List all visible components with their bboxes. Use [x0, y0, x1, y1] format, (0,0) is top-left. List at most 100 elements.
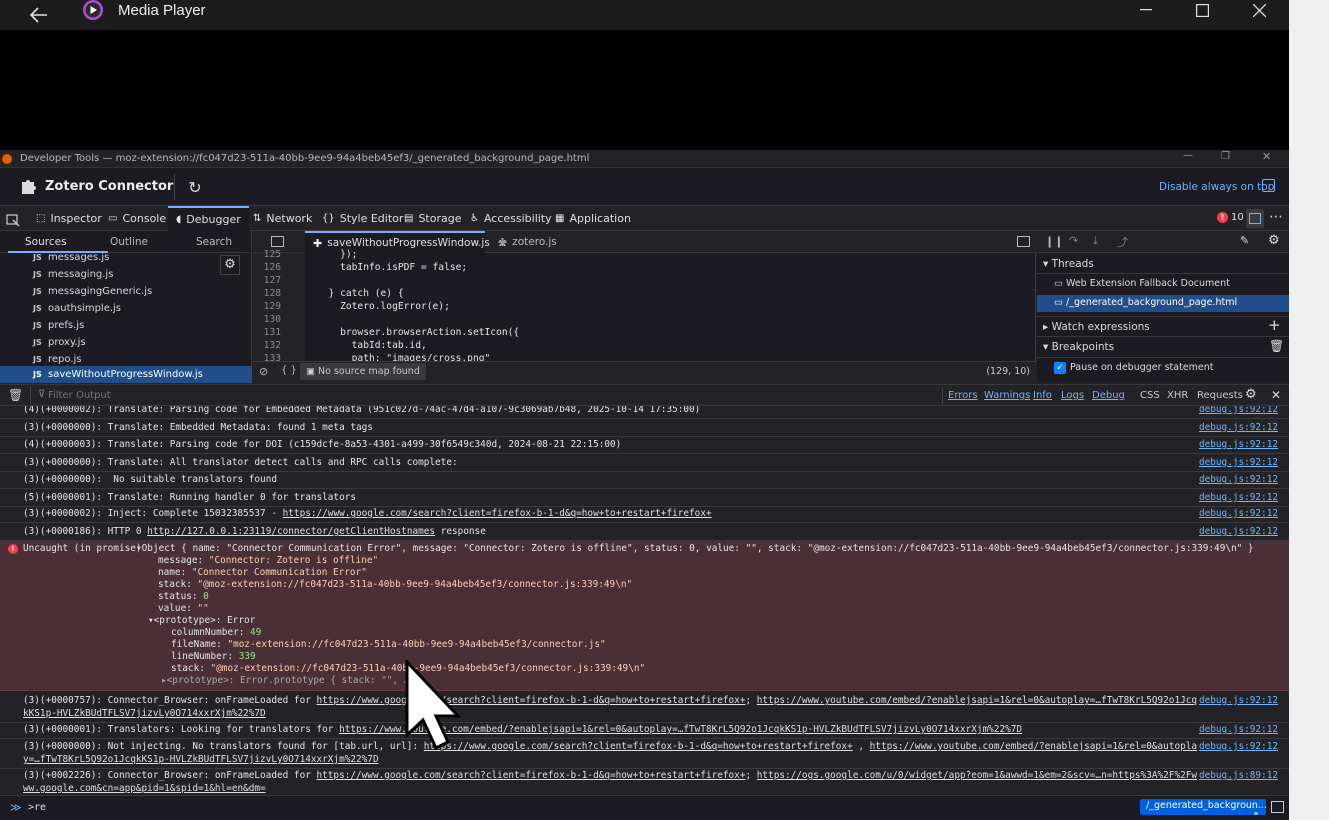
threads-header[interactable]: ▾ Threads: [1037, 253, 1289, 274]
source-location-link[interactable]: debug.js:92:12: [1199, 473, 1278, 486]
tab-application[interactable]: ▦ Application: [547, 206, 639, 231]
error-summary[interactable]: ▾Object { name: "Connector Communication…: [136, 543, 1276, 555]
tab-console[interactable]: ▭ Console: [100, 206, 174, 231]
thread-item-selected[interactable]: ▭ /_generated_background_page.html: [1037, 295, 1289, 312]
code-line[interactable]: 128 } catch (e) {: [253, 287, 404, 300]
code-line[interactable]: 129 Zotero.logError(e);: [253, 300, 450, 313]
trash-icon[interactable]: 🗑: [1269, 339, 1284, 353]
close-split-console-icon[interactable]: ✕: [1271, 388, 1281, 402]
pause-icon[interactable]: ❙❙: [1045, 235, 1063, 248]
disable-always-on-top-link[interactable]: Disable always on top: [1159, 181, 1274, 193]
source-file[interactable]: JS oauthsimple.js: [0, 300, 252, 317]
code-line[interactable]: 131 browser.browserAction.setIcon({: [253, 326, 520, 339]
proto-error-prototype[interactable]: ▸<prototype>: Error.prototype { stack: "…: [161, 675, 421, 687]
line-number[interactable]: 127: [253, 274, 281, 287]
code-line[interactable]: 132 tabId:tab.id,: [253, 339, 427, 352]
add-watch-icon[interactable]: +: [1268, 316, 1281, 334]
breakpoints-header[interactable]: ▾ Breakpoints: [1037, 337, 1289, 358]
code-line[interactable]: 125 });: [253, 248, 358, 261]
source-location-link[interactable]: debug.js:92:12: [1199, 456, 1278, 469]
url-link[interactable]: https://www.google.com/search?client=fir…: [317, 770, 746, 781]
back-arrow-icon[interactable]: [26, 2, 52, 28]
close-icon[interactable]: [1244, 0, 1274, 20]
maximize-icon[interactable]: [1187, 0, 1217, 20]
line-number[interactable]: 126: [253, 261, 281, 274]
tab-debugger[interactable]: ◖ Debugger: [168, 206, 249, 231]
tab-inspector[interactable]: ⬚ Inspector: [28, 206, 110, 231]
source-location-link[interactable]: debug.js:92:12: [1199, 421, 1278, 434]
step-in-icon[interactable]: ⤓: [1093, 234, 1098, 248]
pick-element-icon[interactable]: [6, 212, 20, 227]
source-file[interactable]: JS messagingGeneric.js: [0, 283, 252, 300]
step-out-icon[interactable]: ⤴: [1117, 234, 1128, 250]
console-settings-icon[interactable]: ⚙: [1245, 387, 1257, 402]
clear-console-icon[interactable]: 🗑: [8, 388, 23, 402]
thread-item[interactable]: ▭ Web Extension Fallback Document: [1037, 278, 1289, 294]
line-number[interactable]: 125: [253, 248, 281, 261]
source-file-selected[interactable]: JS saveWithoutProgressWindow.js: [0, 366, 252, 383]
devtools-minimize-icon[interactable]: —: [1183, 150, 1193, 161]
source-location-link[interactable]: debug.js:92:12: [1199, 694, 1278, 707]
filter-output-input[interactable]: [48, 386, 348, 405]
error-prototype[interactable]: ▾<prototype>: Error: [148, 615, 255, 627]
split-console-icon[interactable]: [1246, 209, 1264, 228]
console-input[interactable]: >re: [28, 802, 46, 813]
toggle-right-sidebar-icon[interactable]: [1017, 236, 1030, 247]
source-file[interactable]: JS messaging.js: [0, 266, 252, 283]
source-file[interactable]: JS messages.js: [0, 249, 252, 266]
devtools-restore-icon[interactable]: ❐: [1221, 151, 1230, 162]
step-over-icon[interactable]: ↷: [1069, 234, 1078, 247]
error-count[interactable]: 10: [1231, 212, 1244, 223]
line-number[interactable]: 130: [253, 313, 281, 326]
more-options-icon[interactable]: ⋯: [1269, 209, 1283, 225]
code-line[interactable]: 127: [253, 274, 317, 287]
source-location-link[interactable]: debug.js:92:12: [1199, 723, 1278, 736]
code-line[interactable]: 130: [253, 313, 317, 326]
filter-xhr[interactable]: XHR: [1167, 390, 1188, 401]
filter-info[interactable]: Info: [1033, 390, 1052, 401]
line-number[interactable]: 129: [253, 300, 281, 313]
code-line[interactable]: 126 tabInfo.isPDF = false;: [253, 261, 468, 274]
devtools-close-icon[interactable]: ✕: [1262, 150, 1271, 163]
reload-icon[interactable]: ↻: [186, 178, 204, 197]
pretty-print-icon[interactable]: { }: [281, 365, 297, 376]
debugger-settings-icon[interactable]: ⚙: [1268, 233, 1280, 248]
line-number[interactable]: 131: [253, 326, 281, 339]
filter-requests[interactable]: Requests: [1197, 390, 1243, 401]
line-number[interactable]: 128: [253, 287, 281, 300]
tab-network[interactable]: ⇅ Network: [245, 206, 320, 231]
source-file[interactable]: JS prefs.js: [0, 317, 252, 334]
filter-logs[interactable]: Logs: [1061, 390, 1084, 401]
toggle-sidebar-icon[interactable]: [271, 236, 284, 247]
tab-storage[interactable]: ▤ Storage: [396, 206, 470, 231]
always-on-top-icon[interactable]: [1262, 179, 1275, 192]
minimize-icon[interactable]: [1131, 0, 1161, 20]
tab-outline[interactable]: Outline: [110, 236, 148, 248]
line-number[interactable]: 132: [253, 339, 281, 352]
source-location-link[interactable]: debug.js:92:12: [1199, 491, 1278, 504]
source-location-link[interactable]: debug.js:92:12: [1199, 740, 1278, 753]
pause-debugger-checkbox[interactable]: ✓: [1054, 362, 1066, 374]
source-file[interactable]: JS proxy.js: [0, 334, 252, 351]
watch-expressions-header[interactable]: ▸ Watch expressions: [1037, 316, 1289, 337]
source-location-link[interactable]: debug.js:92:12: [1199, 438, 1278, 451]
prettify-icon[interactable]: ⊘: [259, 365, 268, 378]
deactivate-breakpoints-icon[interactable]: ✎: [1240, 234, 1249, 247]
context-select[interactable]: /_generated_backgroun...⇕: [1140, 799, 1266, 815]
editor-mode-icon[interactable]: [1271, 801, 1284, 813]
code-area[interactable]: 125 }); 126 tabInfo.isPDF = false; 127 128 …: [253, 248, 1036, 363]
tab-accessibility[interactable]: ♿ Accessibility: [462, 206, 560, 231]
tab-search[interactable]: Search: [196, 236, 232, 248]
source-map-status[interactable]: ▣ No source map found: [300, 363, 426, 380]
filter-css[interactable]: CSS: [1140, 390, 1160, 401]
source-location-link[interactable]: debug.js:89:12: [1199, 769, 1278, 782]
tab-sources[interactable]: Sources: [25, 236, 67, 248]
filter-warnings[interactable]: Warnings: [984, 390, 1030, 401]
url-link[interactable]: https://www.google.com/search?client=fir…: [317, 695, 746, 706]
filter-errors[interactable]: Errors: [948, 390, 978, 401]
console-output[interactable]: (4)(+0000002): Translate: Parsing code f…: [0, 406, 1289, 793]
filter-debug[interactable]: Debug: [1092, 390, 1125, 401]
error-count-icon[interactable]: !: [1217, 212, 1228, 223]
url-link[interactable]: https://www.google.com/search?client=fir…: [424, 741, 853, 752]
source-location-link[interactable]: debug.js:92:12: [1199, 406, 1278, 416]
